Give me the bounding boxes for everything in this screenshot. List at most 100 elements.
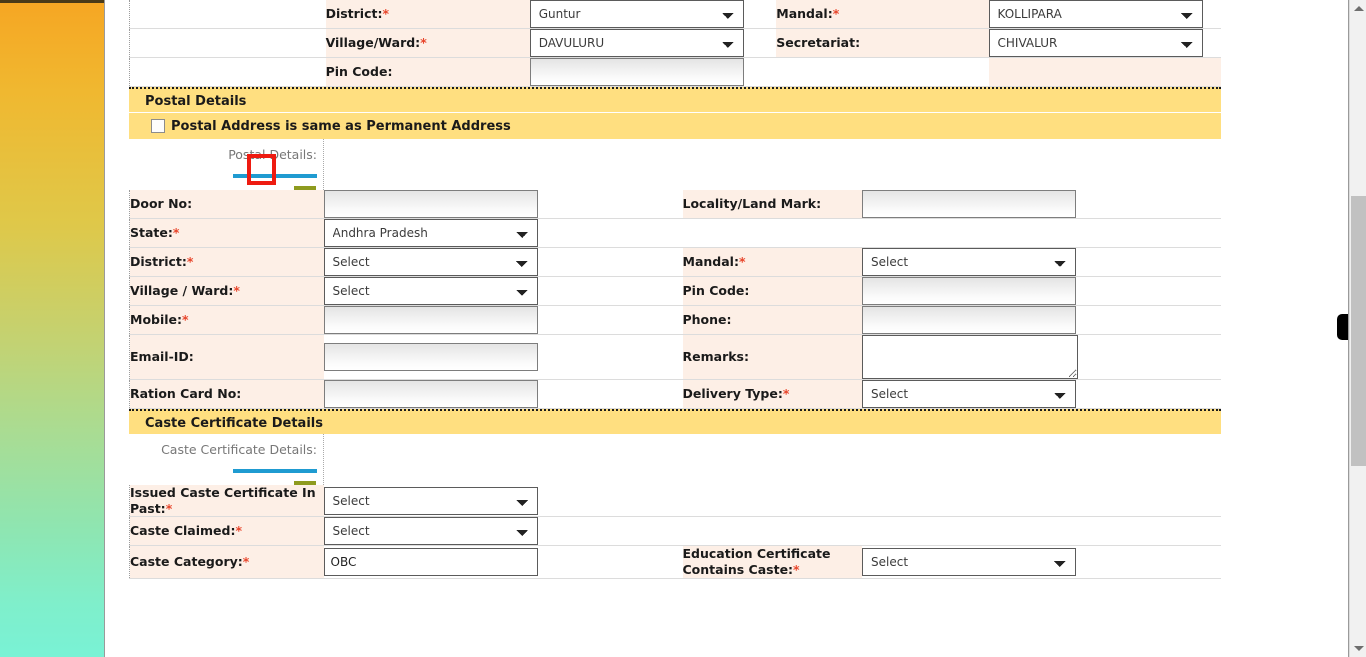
required-asterisk: * (235, 523, 243, 539)
permanent-right-2-label (776, 57, 989, 87)
permanent-mandal-label: Mandal:* (776, 0, 989, 29)
triangle-down-icon (1353, 646, 1364, 651)
permanent-pin-code-label: Pin Code: (325, 57, 530, 87)
caste-step-column: Caste Certificate Details: (129, 434, 324, 485)
postal-right-1-cell (862, 218, 1042, 248)
permanent-secretariat-select[interactable]: CHIVALUR (988, 29, 1203, 57)
postal-state-cell: Andhra Pradesh (323, 218, 538, 248)
browser-scrollbar[interactable] (1349, 0, 1366, 657)
page-edge-tab-marker[interactable] (1335, 312, 1348, 342)
postal-phone-input[interactable] (862, 306, 1076, 334)
caste-right-1-label (682, 516, 862, 546)
required-asterisk: * (165, 500, 173, 516)
left-spacer (128, 28, 326, 58)
caste-education-certificate-contains-caste-cell: Select (862, 545, 1076, 578)
postal-email-id-cell (323, 334, 538, 380)
postal-delivery-type-cell: Select (862, 379, 1076, 409)
postal-details-header: Postal Details (129, 87, 1221, 112)
required-asterisk: * (186, 254, 194, 270)
postal-phone-label: Phone: (682, 305, 862, 335)
postal-same-as-permanent-label: Postal Address is same as Permanent Addr… (171, 118, 511, 134)
caste-step-underline (130, 460, 324, 485)
required-asterisk: * (420, 35, 427, 51)
permanent-village-ward-cell: DAVULURU (529, 28, 763, 58)
step-underline-blue (233, 468, 317, 473)
column-gap (762, 0, 777, 29)
permanent-address-table: District:* Guntur Mandal:* KOLLIPARA Villa… (128, 0, 1221, 87)
column-gap (762, 57, 777, 87)
postal-step-column: Postal Details: (129, 139, 324, 190)
form-row: Pin Code: (128, 57, 1221, 87)
form-row: Village / Ward:* Select Pin Code: (129, 276, 1221, 306)
caste-caste-claimed-label: Caste Claimed:* (129, 516, 324, 546)
permanent-secretariat-label: Secretariat: (776, 28, 989, 58)
triangle-up-icon (1353, 6, 1364, 11)
caste-step-label: Caste Certificate Details: (161, 442, 317, 457)
required-asterisk: * (382, 6, 390, 22)
left-spacer (128, 57, 326, 87)
postal-details-section: Postal Details Postal Address is same as… (129, 87, 1221, 409)
permanent-district-cell: Guntur (529, 0, 763, 29)
required-asterisk: * (782, 386, 790, 402)
form-row: Issued Caste Certificate In Past:* Select (129, 485, 1221, 517)
postal-pin-code-input[interactable] (862, 277, 1076, 305)
permanent-village-ward-select[interactable]: DAVULURU (529, 29, 744, 57)
required-asterisk: * (182, 312, 189, 328)
postal-same-as-permanent-row[interactable]: Postal Address is same as Permanent Addr… (129, 112, 1221, 139)
permanent-mandal-select[interactable]: KOLLIPARA (988, 0, 1203, 28)
permanent-pin-code-cell (529, 57, 763, 87)
postal-email-id-label: Email-ID: (129, 334, 324, 380)
postal-pin-code-cell (862, 276, 1076, 306)
required-asterisk: * (242, 554, 250, 570)
postal-mandal-select[interactable]: Select (862, 248, 1076, 276)
caste-right-1-cell (862, 516, 1042, 546)
postal-remarks-label: Remarks: (682, 334, 862, 380)
step-underline-olive (294, 186, 316, 190)
required-asterisk: * (793, 561, 800, 577)
form-page: District:* Guntur Mandal:* KOLLIPARA Villa… (104, 0, 1349, 657)
postal-remarks-textarea[interactable] (862, 335, 1078, 379)
caste-education-certificate-contains-caste-select[interactable]: Select (862, 547, 1076, 576)
postal-ration-card-no-cell (323, 379, 538, 409)
postal-village-ward-cell: Select (323, 276, 538, 306)
form-row: State:* Andhra Pradesh (129, 218, 1221, 248)
scrollbar-down-arrow[interactable] (1350, 640, 1366, 657)
form-row: District:* Guntur Mandal:* KOLLIPARA (128, 0, 1221, 29)
required-asterisk: * (233, 283, 240, 299)
scrollbar-up-arrow[interactable] (1350, 0, 1366, 17)
caste-certificate-section: Caste Certificate Details Caste Certific… (129, 409, 1221, 579)
required-asterisk: * (832, 6, 840, 22)
caste-caste-claimed-cell: Select (323, 516, 538, 546)
postal-step-label: Postal Details: (228, 147, 317, 162)
postal-delivery-type-select[interactable]: Select (862, 380, 1076, 408)
permanent-mandal-cell: KOLLIPARA (988, 0, 1221, 29)
step-underline-blue (233, 173, 317, 178)
postal-ration-card-no-label: Ration Card No: (129, 379, 324, 409)
caste-caste-category-cell (323, 545, 538, 578)
permanent-pin-code-input[interactable] (529, 58, 744, 86)
left-spacer (128, 0, 326, 29)
postal-door-no-label: Door No: (129, 190, 324, 219)
postal-locality-land-mark-input[interactable] (862, 190, 1076, 218)
postal-locality-land-mark-label: Locality/Land Mark: (682, 190, 862, 219)
postal-district-label: District:* (129, 247, 324, 277)
form-content: District:* Guntur Mandal:* KOLLIPARA Villa… (128, 0, 1221, 579)
postal-village-ward-label: Village / Ward:* (129, 276, 324, 306)
form-row: Door No: Locality/Land Mark: (129, 190, 1221, 219)
caste-education-certificate-contains-caste-label: Education Certificate Contains Caste:* (682, 545, 862, 578)
caste-issued-caste-certificate-in-past-label: Issued Caste Certificate In Past:* (129, 485, 324, 517)
step-underline-olive (294, 481, 316, 485)
postal-same-as-permanent-checkbox[interactable] (151, 119, 165, 133)
permanent-district-select[interactable]: Guntur (529, 0, 744, 28)
scrollbar-thumb[interactable] (1351, 196, 1366, 466)
postal-mobile-cell (323, 305, 538, 335)
postal-door-no-cell (323, 190, 538, 219)
postal-right-1-label (682, 218, 862, 248)
form-row: Caste Category:* Education Certificate C… (129, 545, 1221, 578)
required-asterisk: * (172, 225, 180, 241)
caste-right-0-label (682, 485, 862, 517)
postal-mandal-cell: Select (862, 247, 1076, 277)
postal-pin-code-label: Pin Code: (682, 276, 862, 306)
postal-delivery-type-label: Delivery Type:* (682, 379, 862, 409)
postal-step-underline (130, 165, 324, 190)
